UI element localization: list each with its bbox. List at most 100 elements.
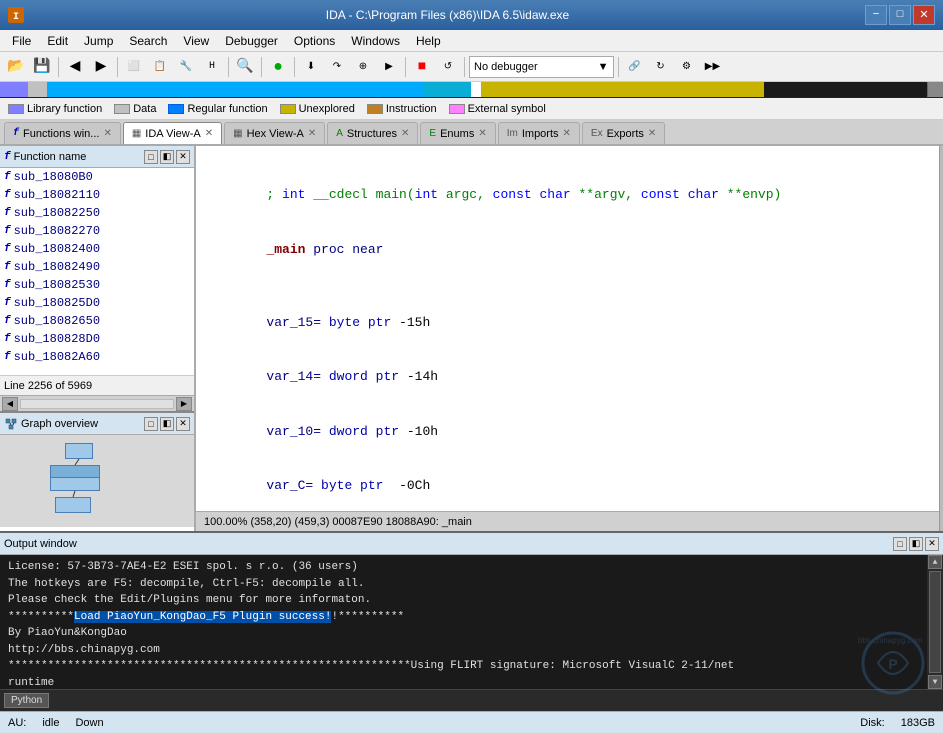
find-button[interactable]: 🔍 — [233, 55, 257, 79]
attach-button[interactable]: 🔗 — [623, 55, 647, 79]
list-item[interactable]: f sub_18082400 — [0, 240, 194, 258]
tab-ida-close[interactable]: ✕ — [205, 128, 213, 139]
copy-button[interactable]: ⬜ — [122, 55, 146, 79]
tab-struct-close[interactable]: ✕ — [401, 128, 409, 139]
separator-8 — [618, 57, 619, 77]
output-dock-btn[interactable]: ◧ — [909, 537, 923, 551]
list-item[interactable]: f sub_18082A60 — [0, 348, 194, 366]
scroll-thumb[interactable] — [929, 571, 941, 673]
paste-button[interactable]: 📋 — [148, 55, 172, 79]
close-button[interactable]: ✕ — [913, 5, 935, 25]
list-item[interactable]: f sub_180828D0 — [0, 330, 194, 348]
list-item[interactable]: f sub_18082530 — [0, 276, 194, 294]
menu-options[interactable]: Options — [286, 30, 343, 51]
func-icon: f — [4, 225, 11, 237]
scroll-up-btn[interactable]: ▲ — [928, 555, 942, 569]
disasm-button[interactable]: 🔧 — [174, 55, 198, 79]
graph-dock-btn[interactable]: ◧ — [160, 417, 174, 431]
run-button[interactable]: ● — [266, 55, 290, 79]
func-icon: f — [4, 189, 11, 201]
output-scrollbar[interactable]: ▲ ▼ — [927, 555, 943, 689]
menu-edit[interactable]: Edit — [39, 30, 76, 51]
tab-imports-close[interactable]: ✕ — [563, 128, 571, 139]
horiz-scrollbar[interactable]: ◀ ▶ — [0, 395, 194, 411]
output-float-btn[interactable]: □ — [893, 537, 907, 551]
code-view[interactable]: ; int __cdecl main(int argc, const char … — [196, 146, 943, 531]
menu-debugger[interactable]: Debugger — [217, 30, 286, 51]
refresh-button[interactable]: ↻ — [649, 55, 673, 79]
breakpoint-button[interactable]: ⊕ — [351, 55, 375, 79]
function-list[interactable]: f sub_18080B0 f sub_18082110 f sub_18082… — [0, 168, 194, 375]
output-content[interactable]: License: 57-3B73-7AE4-E2 ESEI spol. s r.… — [0, 555, 927, 689]
menu-search[interactable]: Search — [121, 30, 175, 51]
minimize-button[interactable]: − — [865, 5, 887, 25]
config-button[interactable]: ⚙ — [675, 55, 699, 79]
tab-functions-win[interactable]: f Functions win... ✕ — [4, 122, 121, 144]
tab-hex-view[interactable]: ▦ Hex View-A ✕ — [224, 122, 325, 144]
graph-close-btn[interactable]: ✕ — [176, 417, 190, 431]
navigation-bar[interactable] — [0, 82, 943, 98]
output-line-8: runtime — [8, 675, 919, 690]
code-content[interactable]: ; int __cdecl main(int argc, const char … — [196, 146, 943, 511]
menu-jump[interactable]: Jump — [76, 30, 121, 51]
stop-button[interactable]: ■ — [410, 55, 434, 79]
graph-float-btn[interactable]: □ — [144, 417, 158, 431]
hex-button[interactable]: H — [200, 55, 224, 79]
tab-exports-icon: Ex — [591, 128, 603, 139]
output-close-btn[interactable]: ✕ — [925, 537, 939, 551]
menu-file[interactable]: File — [4, 30, 39, 51]
open-button[interactable]: 📂 — [4, 55, 28, 79]
debugger-dropdown[interactable]: No debugger ▼ — [469, 56, 614, 78]
tab-structures[interactable]: A Structures ✕ — [327, 122, 418, 144]
forward-button[interactable]: ▶ — [89, 55, 113, 79]
back-button[interactable]: ◀ — [63, 55, 87, 79]
list-item[interactable]: f sub_18082490 — [0, 258, 194, 276]
list-item[interactable]: f sub_18082650 — [0, 312, 194, 330]
panel-float-button[interactable]: □ — [144, 150, 158, 164]
step-into[interactable]: ⬇ — [299, 55, 323, 79]
list-item[interactable]: f sub_180825D0 — [0, 294, 194, 312]
nav-scrollbar[interactable] — [927, 82, 943, 97]
legend-library: Library function — [8, 103, 102, 115]
rerun-button[interactable]: ↺ — [436, 55, 460, 79]
code-comment-line: ; int __cdecl main(int argc, const char … — [204, 168, 935, 223]
graph-panel: Graph overview □ ◧ ✕ — [0, 411, 194, 531]
tab-enums-close[interactable]: ✕ — [478, 128, 486, 139]
tab-hex-close[interactable]: ✕ — [308, 128, 316, 139]
scroll-right-btn[interactable]: ▶ — [176, 397, 192, 411]
save-button[interactable]: 💾 — [30, 55, 54, 79]
maximize-button[interactable]: □ — [889, 5, 911, 25]
nav-segment-3 — [47, 82, 424, 97]
legend-instruction-label: Instruction — [386, 103, 437, 115]
separator-2 — [117, 57, 118, 77]
scroll-down-btn[interactable]: ▼ — [928, 675, 942, 689]
list-item[interactable]: f sub_18080B0 — [0, 168, 194, 186]
step-over[interactable]: ↷ — [325, 55, 349, 79]
app-icon: I — [8, 7, 24, 23]
nav-segment-4 — [424, 82, 471, 97]
list-item[interactable]: f sub_18082250 — [0, 204, 194, 222]
tab-enums[interactable]: E Enums ✕ — [420, 122, 495, 144]
menu-help[interactable]: Help — [408, 30, 449, 51]
tab-imports[interactable]: Im Imports ✕ — [498, 122, 580, 144]
panel-dock-button[interactable]: ◧ — [160, 150, 174, 164]
code-comment: ; — [266, 187, 282, 202]
func-icon: f — [4, 171, 11, 183]
func-icon: f — [4, 297, 11, 309]
continue-button[interactable]: ▶ — [377, 55, 401, 79]
nav-segment-7 — [764, 82, 858, 97]
tab-exports-close[interactable]: ✕ — [648, 128, 656, 139]
more-button[interactable]: ▶▶ — [701, 55, 725, 79]
python-button[interactable]: Python — [4, 693, 49, 708]
list-item[interactable]: f sub_18082270 — [0, 222, 194, 240]
tab-exports[interactable]: Ex Exports ✕ — [582, 122, 665, 144]
tab-ida-view[interactable]: ▦ IDA View-A ✕ — [123, 122, 222, 144]
panel-close-button[interactable]: ✕ — [176, 150, 190, 164]
menu-view[interactable]: View — [175, 30, 217, 51]
scroll-left-btn[interactable]: ◀ — [2, 397, 18, 411]
scroll-track[interactable] — [20, 399, 174, 409]
list-item[interactable]: f sub_18082110 — [0, 186, 194, 204]
menu-windows[interactable]: Windows — [343, 30, 408, 51]
proc-name: _main — [266, 242, 305, 257]
tab-functions-close[interactable]: ✕ — [103, 128, 111, 139]
